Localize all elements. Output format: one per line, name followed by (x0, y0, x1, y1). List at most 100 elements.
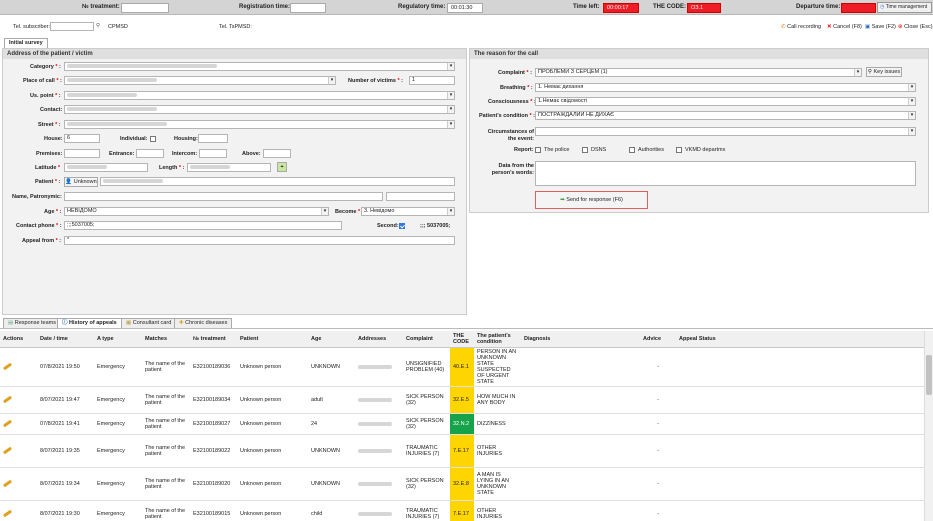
length-input[interactable] (187, 163, 271, 172)
time-management-button[interactable]: ◷ Time management (877, 2, 932, 13)
contact-phone-input[interactable]: ;;;5037005; (64, 221, 342, 230)
edit-pencil-icon[interactable] (2, 446, 13, 455)
data-words-label: Data from the person's words: (491, 163, 534, 176)
category-label: Category * : (30, 64, 61, 70)
save-button[interactable]: ▣ Save (F2) (865, 24, 896, 30)
second-checkbox[interactable] (399, 223, 405, 229)
complaint-select[interactable]: ПРОБЛЕМИ З СЕРЦЕМ (1) ▾ (535, 68, 862, 77)
number-of-victims-input[interactable]: 1 (409, 76, 455, 85)
edit-pencil-icon[interactable] (2, 395, 13, 404)
col-type[interactable]: A type (94, 331, 142, 348)
tel-subscriber-input[interactable] (50, 22, 94, 31)
col-date-time[interactable]: Date / time (37, 331, 94, 348)
edit-pencil-icon[interactable] (2, 362, 13, 371)
col-actions[interactable]: Actions (0, 331, 37, 348)
treatment-input[interactable] (121, 3, 169, 13)
search-icon[interactable]: ⚲ (96, 23, 100, 29)
data-words-textarea[interactable] (535, 161, 916, 186)
cell-type: Emergency (94, 386, 142, 414)
contact-select[interactable]: ▾ (64, 105, 455, 114)
cell-status (676, 500, 924, 521)
edit-pencil-icon[interactable] (2, 479, 13, 488)
cell-complaint: TRAUMATIC INJURIES (7) (403, 500, 450, 521)
col-patient[interactable]: Patient (237, 331, 308, 348)
grid-scrollbar-thumb[interactable] (926, 355, 932, 395)
col-diagnosis[interactable]: Diagnosis (521, 331, 640, 348)
cell-patient: Unknown person (237, 347, 308, 387)
housing-input[interactable] (198, 134, 228, 143)
tab-initial-survey[interactable]: Initial survey (4, 38, 48, 48)
close-icon: ⊗ (898, 24, 903, 30)
latitude-input[interactable] (64, 163, 148, 172)
col-age[interactable]: Age (308, 331, 355, 348)
consciousness-select[interactable]: 1.Немає свідомості ▾ (535, 97, 916, 106)
place-of-call-select[interactable]: ▾ (64, 76, 336, 85)
intercom-label: Intercom: (172, 151, 198, 157)
close-button[interactable]: ⊗ Close (Esc) (898, 24, 933, 30)
house-input[interactable]: 6 (64, 134, 100, 143)
cell-addresses (355, 500, 403, 521)
col-appeal-status[interactable]: Appeal Status (676, 331, 924, 348)
registration-time-input[interactable] (290, 3, 326, 13)
age-select[interactable]: НЕВІДОМО ▾ (64, 207, 329, 216)
cell-complaint: SICK PERSON (32) (403, 386, 450, 414)
table-row[interactable]: 8/07/2021 19:35 Emergency The name of the … (0, 434, 924, 468)
entrance-input[interactable] (136, 149, 164, 158)
cell-diagnosis (521, 467, 640, 501)
cell-code: 40.E.1 (450, 347, 474, 387)
cell-addresses (355, 413, 403, 435)
edit-pencil-icon[interactable] (2, 509, 13, 518)
individual-checkbox[interactable] (150, 136, 156, 142)
edit-pencil-icon[interactable] (2, 419, 13, 428)
intercom-input[interactable] (199, 149, 227, 158)
above-input[interactable] (263, 149, 291, 158)
col-advice[interactable]: Advice (640, 331, 676, 348)
table-row[interactable]: 07/8/2021 19:41 Emergency The name of the … (0, 413, 924, 435)
table-row[interactable]: 8/07/2021 19:30 Emergency The name of the … (0, 500, 924, 521)
send-for-response-button[interactable]: ➡ Send for response (F6) (535, 191, 648, 209)
become-select[interactable]: 3. Невідомо ▾ (361, 207, 455, 216)
report-vkmd-checkbox[interactable] (676, 147, 682, 153)
grid-scrollbar[interactable] (924, 331, 933, 521)
search-icon: ⚲ (867, 69, 872, 75)
col-addresses[interactable]: Addresses (355, 331, 403, 348)
report-dsns-checkbox[interactable] (582, 147, 588, 153)
address-redacted (358, 397, 392, 402)
report-police-checkbox[interactable] (535, 147, 541, 153)
cell-diagnosis (521, 434, 640, 468)
us-point-label: Us. point * : (30, 93, 61, 99)
category-select[interactable]: ▾ (64, 62, 455, 71)
cancel-button[interactable]: ✕ Cancel (F8) (827, 24, 862, 30)
call-recording-button[interactable]: ✆ Call recording (781, 24, 821, 30)
tab-consultant-card[interactable]: ▦ Consultant card (121, 318, 177, 328)
cell-complaint: SICK PERSON (32) (403, 467, 450, 501)
person-icon: 👤 (65, 179, 73, 185)
name-patronymic-label: Name, Patronymic: (12, 194, 62, 200)
tab-response-teams[interactable]: ▤ Response teams (3, 318, 62, 328)
name-patronymic-input[interactable] (64, 192, 383, 201)
col-complaint[interactable]: Complaint (403, 331, 450, 348)
name-patronymic-extra-input[interactable] (386, 192, 455, 201)
street-label: Street * : (38, 122, 61, 128)
patients-condition-select[interactable]: ПОСТРАЖДАЛИЙ НЕ ДИХАЄ ▾ (535, 111, 916, 120)
street-select[interactable]: ▾ (64, 120, 455, 129)
col-matches[interactable]: Matches (142, 331, 190, 348)
table-row[interactable]: 07/8/2021 19:50 Emergency The name of the … (0, 347, 924, 387)
tab-chronic-diseases[interactable]: ✚ Chronic diseases (174, 318, 233, 328)
us-point-select[interactable]: ▾ (64, 91, 455, 100)
patient-unknown-button[interactable]: 👤 Unknown (64, 177, 98, 187)
patient-input[interactable] (100, 177, 455, 186)
circumstances-select[interactable]: ▾ (535, 127, 916, 136)
col-code[interactable]: THE CODE (450, 331, 474, 348)
premises-input[interactable] (64, 149, 100, 158)
tab-history-of-appeals[interactable]: ⓘ History of appeals (57, 318, 122, 328)
breathing-select[interactable]: 1. Немає дихання ▾ (535, 83, 916, 92)
key-issues-button[interactable]: ⚲ Key issues (866, 67, 902, 77)
report-authorities-checkbox[interactable] (629, 147, 635, 153)
col-condition[interactable]: The patient's condition (474, 331, 521, 348)
table-row[interactable]: 8/07/2021 19:34 Emergency The name of the … (0, 467, 924, 501)
map-pin-button[interactable]: ⌖ (277, 162, 287, 172)
appeal-from-input[interactable]: * (64, 236, 455, 245)
table-row[interactable]: 8/07/2021 19:47 Emergency The name of the … (0, 386, 924, 414)
col-treatment[interactable]: № treatment (190, 331, 237, 348)
